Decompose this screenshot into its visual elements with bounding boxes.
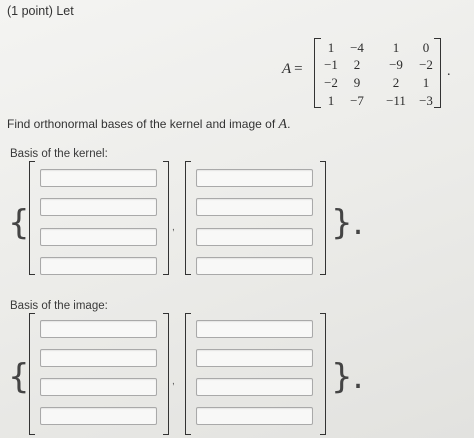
kernel-close-brace: }.	[331, 203, 364, 243]
matrix-cell-r1-c3: 1	[392, 40, 400, 55]
kernel-vector-1-entry-2[interactable]	[40, 198, 157, 216]
kernel-vector-2-left-bracket	[185, 161, 191, 275]
kernel-vector-2-entry-4[interactable]	[196, 257, 313, 275]
problem-header: (1 point) Let	[7, 4, 74, 18]
image-vector-2-entry-2[interactable]	[196, 349, 313, 367]
prompt-end: .	[287, 117, 291, 131]
kernel-vector-1-entry-3[interactable]	[40, 228, 157, 246]
kernel-vector-2-right-bracket	[320, 161, 326, 275]
prompt-text: Find orthonormal bases of the kernel and…	[7, 117, 279, 131]
image-vector-1-entry-1[interactable]	[40, 320, 157, 338]
kernel-vector-2-entry-1[interactable]	[196, 169, 313, 187]
image-open-brace: {	[8, 357, 30, 397]
image-vector-1-entry-3[interactable]	[40, 378, 157, 396]
image-close-brace: }.	[331, 357, 364, 397]
kernel-vector-1-left-bracket	[29, 161, 35, 275]
image-vector-2-entry-3[interactable]	[196, 378, 313, 396]
matrix-cell-r2-c3: −9	[389, 57, 403, 72]
kernel-vector-1-entry-1[interactable]	[40, 169, 157, 187]
kernel-open-brace: {	[8, 203, 30, 243]
equals-sign: =	[294, 61, 303, 77]
image-vector-separator: ,	[172, 376, 175, 387]
image-vector-1-entry-2[interactable]	[40, 349, 157, 367]
image-vector-2-right-bracket	[320, 313, 326, 435]
kernel-vector-1-entry-4[interactable]	[40, 257, 157, 275]
matrix-label: A =	[282, 61, 303, 78]
image-vector-1-left-bracket	[29, 313, 35, 435]
kernel-vector-1-right-bracket	[163, 161, 169, 275]
image-basis-label: Basis of the image:	[10, 300, 108, 312]
kernel-vector-2-entry-3[interactable]	[196, 228, 313, 246]
image-vector-2-left-bracket	[185, 313, 191, 435]
image-vector-2-entry-1[interactable]	[196, 320, 313, 338]
matrix-cell-r1-c4: 0	[422, 40, 430, 55]
image-vector-1-right-bracket	[163, 313, 169, 435]
kernel-basis-label: Basis of the kernel:	[10, 148, 108, 160]
matrix-cell-r2-c2: 2	[353, 57, 361, 72]
matrix-cell-r4-c4: −3	[419, 93, 433, 108]
matrix-cell-r2-c4: −2	[419, 57, 433, 72]
question-prompt: Find orthonormal bases of the kernel and…	[7, 117, 290, 133]
matrix-cell-r4-c2: −7	[350, 93, 364, 108]
image-vector-2-entry-4[interactable]	[196, 407, 313, 425]
kernel-vector-separator: ,	[172, 222, 175, 233]
kernel-vector-2-entry-2[interactable]	[196, 198, 313, 216]
matrix-cell-r3-c4: 1	[422, 75, 430, 90]
prompt-variable: A	[278, 117, 288, 132]
matrix-cell-r3-c2: 9	[353, 75, 361, 90]
matrix-period: .	[447, 64, 451, 79]
matrix-cell-r4-c3: −11	[386, 93, 406, 108]
matrix-cell-r3-c3: 2	[392, 75, 400, 90]
image-vector-1-entry-4[interactable]	[40, 407, 157, 425]
matrix-name: A	[282, 61, 292, 77]
matrix-cell-r1-c2: −4	[350, 40, 364, 55]
